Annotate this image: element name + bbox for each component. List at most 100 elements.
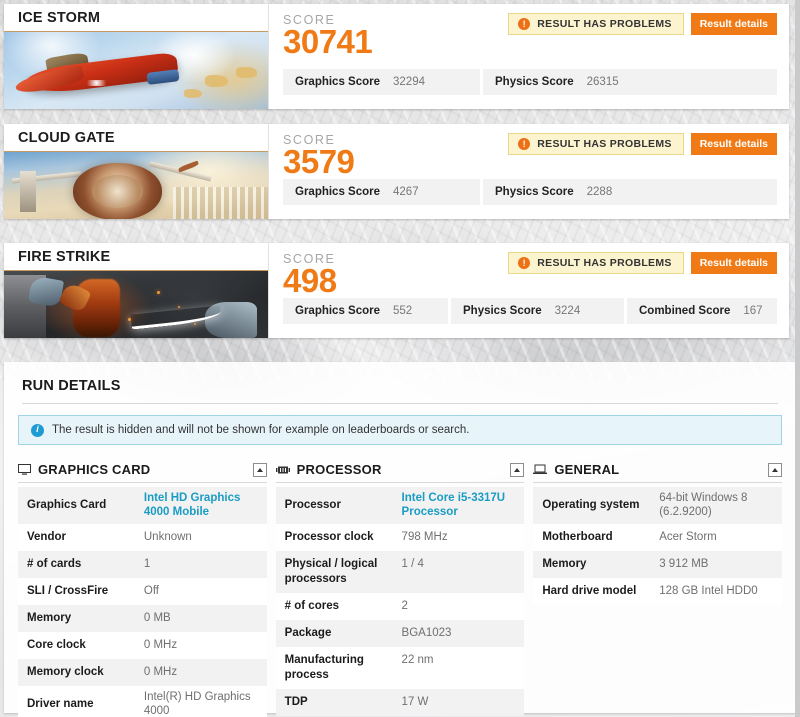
subscore-value: 3224 [554, 305, 581, 317]
spec-value: 0 MHz [143, 639, 178, 652]
table-row: Operating system 64-bit Windows 8 (6.2.9… [533, 487, 783, 524]
table-row: Motherboard Acer Storm [533, 523, 783, 551]
spec-value: 1 / 4 [401, 557, 424, 570]
warning-icon: ! [518, 18, 531, 30]
artwork-shape [83, 79, 110, 86]
subscore-value: 2288 [586, 186, 613, 198]
subscore-label: Graphics Score [295, 305, 381, 317]
spec-value[interactable]: Intel Core i5-3317U Processor [393, 487, 525, 524]
subscore-cell: Graphics Score 552 [283, 298, 451, 324]
collapse-up-icon[interactable] [510, 462, 525, 477]
result-details-button[interactable]: Result details [690, 252, 777, 274]
status-badge-result-problems[interactable]: ! RESULT HAS PROBLEMS [508, 13, 684, 35]
spec-column-title: GRAPHICS CARD [38, 462, 151, 477]
benchmark-thumb-panel: ICE STORM [4, 4, 269, 109]
spec-value: Intel(R) HD Graphics 4000 [143, 690, 251, 717]
table-row: Package BGA1023 [275, 619, 525, 647]
status-badge-result-problems[interactable]: ! RESULT HAS PROBLEMS [508, 252, 684, 274]
benchmark-card-fire-strike: FIRE STRIKE SCORE 498 ! RESULT HAS PROBL… [4, 243, 789, 338]
subscore-cell: Graphics Score 4267 [283, 179, 483, 205]
benchmark-card-cloud-gate: CLOUD GATE SCORE 3579 ! RESULT HAS PROBL… [4, 124, 789, 219]
spec-key: Graphics Card [27, 499, 107, 512]
spec-key: Physical / logical processors [284, 558, 378, 585]
status-badge-label: RESULT HAS PROBLEMS [537, 138, 672, 150]
artwork-shape [19, 170, 36, 213]
spec-column-general: GENERAL Operating system 64-bit Windows … [533, 457, 783, 717]
spec-value: Acer Storm [659, 531, 717, 544]
benchmark-thumb-panel: FIRE STRIKE [4, 243, 269, 338]
artwork-shape [183, 88, 202, 99]
artwork-shape [178, 305, 181, 308]
artwork-shape [72, 162, 163, 219]
spec-columns: GRAPHICS CARD Graphics Card Intel HD Gra… [18, 457, 783, 717]
artwork-shape [236, 67, 258, 79]
spec-column-title: PROCESSOR [296, 462, 382, 477]
status-badge-result-problems[interactable]: ! RESULT HAS PROBLEMS [508, 133, 684, 155]
subscore-cell: Graphics Score 32294 [283, 69, 483, 95]
table-row: Memory 3 912 MB [533, 550, 783, 578]
benchmark-actions: ! RESULT HAS PROBLEMS Result details [508, 133, 777, 155]
spec-key: Processor clock [284, 531, 374, 544]
subscore-value: 26315 [586, 76, 619, 88]
info-icon: i [31, 423, 44, 437]
page-root: ICE STORM SCORE 30741 ! RESULT HAS PROBL… [0, 0, 800, 717]
benchmark-actions: ! RESULT HAS PROBLEMS Result details [508, 13, 777, 35]
subscore-row: Graphics Score 32294 Physics Score 26315 [283, 69, 777, 95]
spec-key: Operating system [542, 499, 640, 512]
spec-key: Hard drive model [542, 585, 637, 598]
table-row: Processor clock 798 MHz [275, 523, 525, 551]
subscore-cell: Combined Score 167 [627, 298, 777, 324]
spec-value: BGA1023 [401, 627, 452, 640]
benchmark-score-panel: SCORE 30741 ! RESULT HAS PROBLEMS Result… [269, 4, 789, 109]
subscore-label: Graphics Score [295, 76, 381, 88]
spec-value: 798 MHz [401, 531, 448, 544]
result-details-button[interactable]: Result details [690, 13, 777, 35]
benchmark-score-panel: SCORE 498 ! RESULT HAS PROBLEMS Result d… [269, 243, 789, 338]
artwork-shape [172, 186, 268, 219]
collapse-up-icon[interactable] [768, 462, 783, 477]
benchmark-artwork-fire-strike [4, 271, 268, 338]
spec-value: 3 912 MB [659, 558, 709, 571]
spec-key: SLI / CrossFire [27, 585, 109, 598]
artwork-shape [157, 291, 161, 295]
collapse-up-icon[interactable] [252, 462, 267, 477]
run-details-panel: RUN DETAILS i The result is hidden and w… [4, 362, 796, 717]
subscore-row: Graphics Score 552 Physics Score 3224 Co… [283, 298, 777, 324]
subscore-label: Combined Score [639, 305, 731, 317]
warning-icon: ! [518, 138, 531, 150]
page-scrollbar[interactable] [795, 0, 800, 717]
artwork-shape [128, 317, 132, 321]
subscore-label: Physics Score [495, 76, 574, 88]
benchmark-card-ice-storm: ICE STORM SCORE 30741 ! RESULT HAS PROBL… [4, 4, 789, 109]
spec-key: Manufacturing process [284, 654, 364, 681]
table-row: Processor Intel Core i5-3317U Processor [275, 487, 525, 524]
spec-key: Core clock [27, 639, 86, 652]
spec-key: Memory [542, 558, 587, 571]
spec-table-graphics-card: Graphics Card Intel HD Graphics 4000 Mob… [18, 487, 267, 717]
table-row: Physical / logical processors 1 / 4 [275, 550, 525, 593]
spec-key: Memory clock [27, 666, 104, 679]
spec-value: 128 GB Intel HDD0 [659, 585, 758, 598]
benchmark-title: FIRE STRIKE [4, 243, 268, 271]
spec-column-header: GENERAL [533, 457, 783, 483]
subscore-label: Physics Score [463, 305, 542, 317]
spec-key: # of cards [27, 558, 82, 571]
spec-value: 64-bit Windows 8 (6.2.9200) [659, 492, 748, 519]
table-row: Hard drive model 128 GB Intel HDD0 [533, 577, 783, 605]
spec-value: 1 [143, 558, 151, 571]
spec-key: Driver name [27, 697, 94, 710]
table-row: SLI / CrossFire Off [18, 577, 267, 605]
spec-key: # of cores [284, 600, 339, 613]
spec-column-title: GENERAL [554, 462, 620, 477]
result-details-button[interactable]: Result details [690, 133, 777, 155]
spec-value[interactable]: Intel HD Graphics 4000 Mobile [135, 487, 267, 524]
benchmark-title: ICE STORM [4, 4, 268, 32]
spec-value: 0 MHz [143, 666, 178, 679]
spec-value: 17 W [401, 696, 429, 709]
subscore-value: 32294 [393, 76, 425, 88]
subscore-value: 167 [743, 305, 763, 317]
subscore-cell: Physics Score 3224 [451, 298, 627, 324]
benchmark-actions: ! RESULT HAS PROBLEMS Result details [508, 252, 777, 274]
hidden-result-info-bar: i The result is hidden and will not be s… [18, 415, 782, 445]
spec-value: Off [143, 585, 160, 598]
